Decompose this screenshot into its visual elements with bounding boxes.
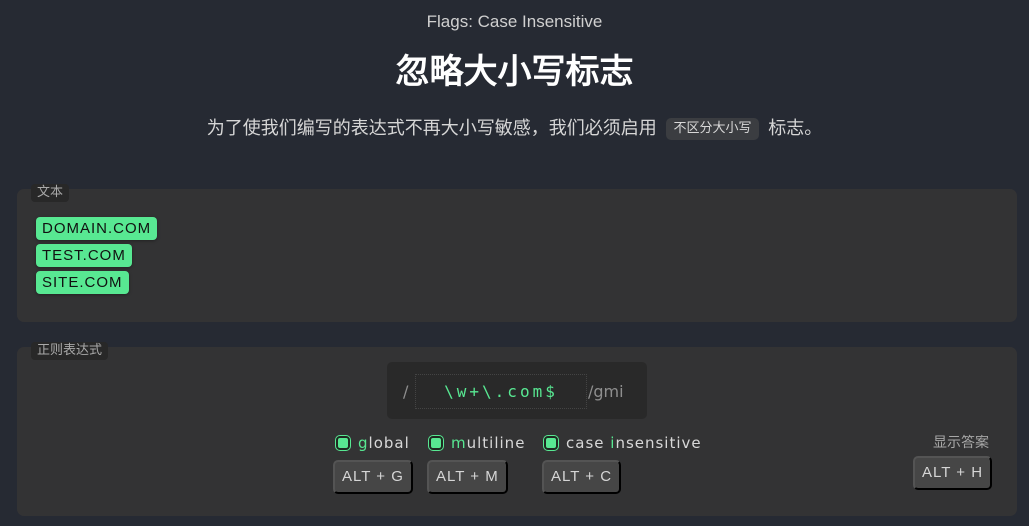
lesson-title: 忽略大小写标志 — [395, 52, 634, 92]
case-insensitive-checkbox[interactable] — [544, 436, 558, 450]
show-answer-shortcut-button[interactable]: ALT + H — [913, 456, 993, 490]
regex-flags-text: /gmi — [588, 382, 624, 401]
text-panel-label: 文本 — [31, 184, 70, 202]
regex-panel: 正则表达式 / /gmi global multiline case insen… — [17, 342, 1017, 516]
description-text-before: 为了使我们编写的表达式不再大小写敏感，我们必须启用 — [206, 118, 657, 139]
lesson-description: 为了使我们编写的表达式不再大小写敏感，我们必须启用 不区分大小写 标志。 — [0, 116, 1029, 142]
multiline-flag-toggle[interactable]: multiline — [429, 433, 525, 453]
case-insensitive-shortcut-button[interactable]: ALT + C — [542, 460, 622, 494]
match-list: DOMAIN.COM TEST.COM SITE.COM — [36, 217, 158, 298]
global-flag-toggle[interactable]: global — [336, 433, 410, 453]
multiline-shortcut-button[interactable]: ALT + M — [427, 460, 508, 494]
regex-open-slash: / — [403, 382, 409, 401]
regex-pattern-input[interactable] — [415, 374, 587, 409]
global-flag-label: global — [358, 434, 410, 452]
global-checkbox[interactable] — [336, 436, 350, 450]
global-shortcut-button[interactable]: ALT + G — [333, 460, 413, 494]
regex-editor: / /gmi — [387, 362, 647, 419]
match-site-com: SITE.COM — [36, 271, 129, 294]
lesson-page: Flags: Case Insensitive 忽略大小写标志 为了使我们编写的… — [0, 0, 1029, 526]
show-answer-label: 显示答案 — [933, 435, 989, 451]
match-domain-com: DOMAIN.COM — [36, 217, 158, 240]
multiline-flag-label: multiline — [451, 434, 526, 452]
regex-panel-label: 正则表达式 — [31, 342, 109, 360]
lesson-eyebrow: Flags: Case Insensitive — [426, 12, 603, 31]
case-insensitive-code: 不区分大小写 — [666, 118, 759, 140]
multiline-checkbox[interactable] — [429, 436, 443, 450]
match-test-com: TEST.COM — [36, 244, 132, 267]
case-insensitive-flag-label: case insensitive — [566, 434, 702, 452]
case-insensitive-flag-toggle[interactable]: case insensitive — [544, 433, 702, 453]
text-panel: 文本 DOMAIN.COM TEST.COM SITE.COM — [17, 184, 1017, 322]
description-text-after: 标志。 — [768, 118, 823, 139]
